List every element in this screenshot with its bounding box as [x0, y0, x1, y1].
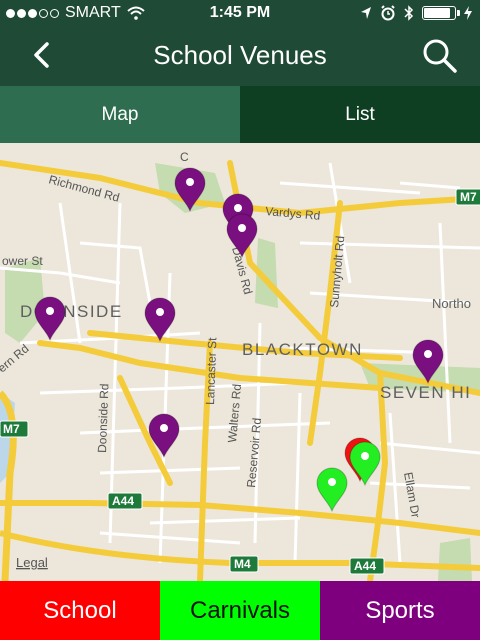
svg-text:M7: M7 [460, 190, 477, 204]
label-northmead: Northo [432, 296, 471, 311]
status-right [360, 5, 472, 21]
label-blacktown: BLACKTOWN [242, 340, 363, 359]
nav-bar: School Venues [0, 28, 480, 86]
sports-button-label: Sports [365, 596, 435, 624]
carnivals-button[interactable]: Carnivals [160, 581, 320, 640]
svg-text:A44: A44 [354, 559, 376, 573]
battery-icon [422, 6, 460, 20]
road-label: Lancaster St [203, 337, 219, 405]
category-bar: School Carnivals Sports [0, 581, 480, 640]
carnivals-button-label: Carnivals [189, 596, 291, 624]
park-area [438, 538, 472, 581]
bluetooth-icon [404, 5, 414, 21]
road-label: ower St [2, 254, 43, 268]
label-seven-hills: SEVEN HI [380, 383, 471, 402]
status-bar: SMART 1:45 PM [0, 0, 480, 28]
svg-text:A44: A44 [112, 494, 134, 508]
map-view[interactable]: DOONSIDE BLACKTOWN SEVEN HI Northo Richm… [0, 143, 480, 581]
tab-map-label: Map [101, 103, 139, 125]
sports-button[interactable]: Sports [320, 581, 480, 640]
school-button-label: School [43, 596, 117, 624]
badge-a44: A44 [107, 492, 143, 510]
search-icon[interactable] [422, 38, 458, 74]
road-label: C [180, 150, 189, 164]
page-title: School Venues [153, 40, 327, 70]
location-arrow-icon [361, 7, 371, 19]
tab-list-label: List [345, 103, 375, 125]
alarm-icon [381, 5, 395, 21]
view-tabs: Map List [0, 86, 480, 143]
school-button[interactable]: School [0, 581, 160, 640]
badge-a44: A44 [349, 557, 385, 575]
svg-text:M4: M4 [234, 557, 251, 571]
badge-m4: M4 [229, 555, 259, 573]
tab-map[interactable]: Map [0, 86, 240, 143]
legal-link[interactable]: Legal [16, 555, 48, 570]
road-label: Doonside Rd [95, 383, 111, 453]
charging-icon [464, 6, 472, 20]
tab-list[interactable]: List [240, 86, 480, 143]
badge-m7: M7 [455, 188, 480, 206]
badge-m7: M7 [0, 420, 29, 438]
svg-text:M7: M7 [3, 422, 20, 436]
map-canvas[interactable]: DOONSIDE BLACKTOWN SEVEN HI Northo Richm… [0, 143, 480, 581]
